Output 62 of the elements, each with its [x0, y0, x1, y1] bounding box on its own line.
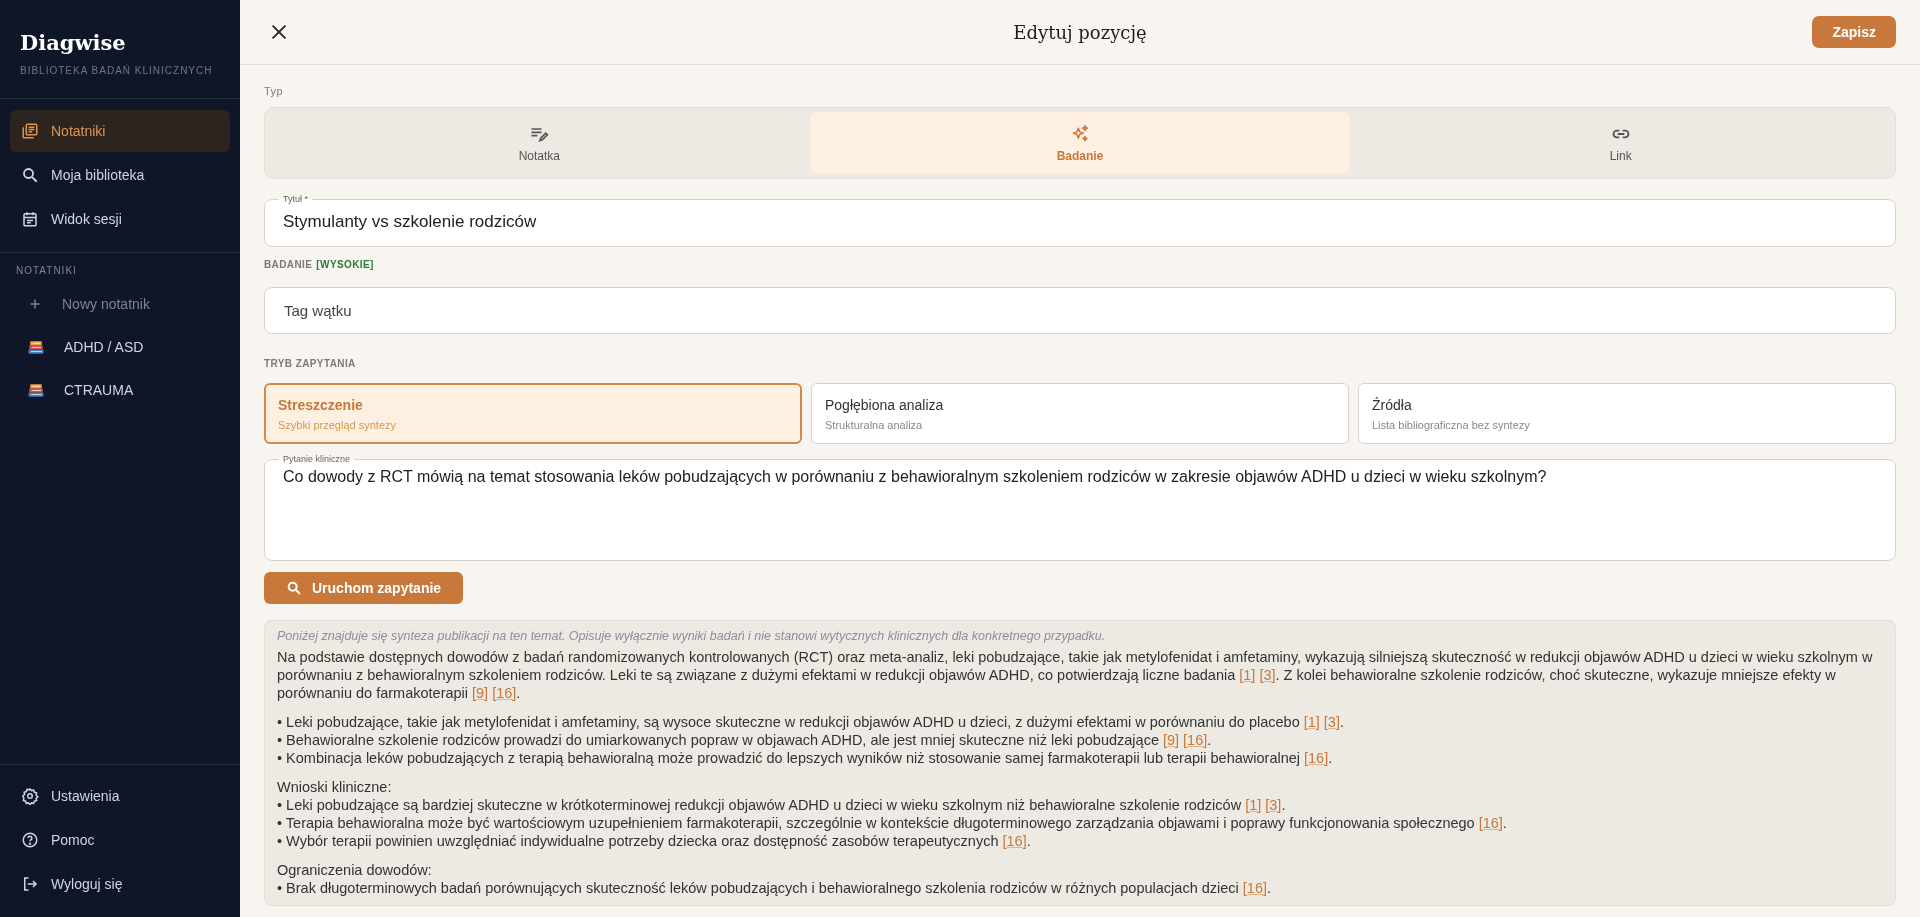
- footer-item[interactable]: Ustawienia: [10, 775, 230, 817]
- citation-link[interactable]: [1]: [1303, 714, 1320, 730]
- title-input[interactable]: Stymulanty vs szkolenie rodziców: [283, 204, 1877, 232]
- field-label: Pytanie kliniczne: [282, 454, 352, 464]
- mode-option[interactable]: Streszczenie Szybki przegląd syntezy: [264, 383, 802, 444]
- new-notebook-button[interactable]: Nowy notatnik: [0, 282, 240, 325]
- sparkles-icon: [1070, 123, 1090, 144]
- bullet-text: • Leki pobudzające, takie jak metylofenidat i amfetaminy, są wysoce skuteczne w redukcji objawów ADHD u dzieci, z dużymi efektami w porównaniu do placebo [1] [3].: [277, 713, 1345, 731]
- app-tagline: BIBLIOTEKA BADAŃ KLINICZNYCH: [20, 65, 214, 76]
- type-tab[interactable]: Notatka: [269, 112, 810, 174]
- citation-link[interactable]: [9]: [1162, 732, 1180, 748]
- mode-option[interactable]: Źródła Lista bibliograficzna bez syntezy: [1358, 383, 1896, 444]
- citation-link[interactable]: [3]: [1259, 667, 1276, 683]
- notebook-item[interactable]: CTRAUMA: [0, 368, 240, 411]
- summary-heading: Wnioski kliniczne:: [277, 778, 393, 796]
- citation-link[interactable]: [1]: [1245, 797, 1262, 813]
- mode-option[interactable]: Pogłębiona analiza Strukturalna analiza: [811, 383, 1349, 444]
- bullet-text: • Wybór terapii powinien uwzględniać indywidualne potrzeby dziecka oraz dostępność zasobów terapeutycznych [16].: [277, 832, 1032, 850]
- notebook-icon: [21, 122, 39, 140]
- citation-link[interactable]: [3]: [1323, 714, 1340, 730]
- nav-item[interactable]: Widok sesji: [10, 198, 230, 240]
- title-field[interactable]: Tytuł * Stymulanty vs szkolenie rodziców: [264, 194, 1896, 247]
- help-icon: [21, 831, 39, 849]
- section-label: NOTATNIKI: [15, 264, 78, 278]
- bullet-text: • Behawioralne szkolenie rodziców prowadzi do umiarkowanych popraw w objawach ADHD, ale jest mniej skuteczne niż leki pobudzające [9] [16].: [277, 731, 1213, 749]
- tag-field[interactable]: Tag wątku: [264, 287, 1896, 334]
- footer-item[interactable]: Pomoc: [10, 819, 230, 861]
- evidence-level: [WYSOKIE]: [316, 259, 374, 270]
- bullet-text: • Brak długoterminowych badań porównujących skuteczność leków pobudzających i behawioralnego szkolenia rodziców w różnych populacjach dzieci [16].: [277, 879, 1272, 897]
- nav-item[interactable]: Notatniki: [10, 110, 230, 152]
- bullet-text: • Kombinacja leków pobudzających z terapią behawioralną może prowadzić do lepszych wyników niż stosowanie samej farmakoterapii lub terapii behawioralnej [16].: [277, 749, 1334, 767]
- notebook-item[interactable]: ADHD / ASD: [0, 325, 240, 368]
- summary-paragraph: Na podstawie dostępnych dowodów z badań randomizowanych kontrolowanych (RCT) oraz meta-analiz, leki pobudzające, takie jak metylofenidat i amfetaminy, wykazują silniejszą skuteczność w redukcji objawów ADHD u dzieci w wieku szkolnym w porównaniu z behawioralnym szkoleniem rodziców. Leki te są związane z dużymi efektami w redukcji objawów ADHD, co potwierdzają liczne badania [1] [3]. Z kolei behawioralne szkolenie rodziców, choć skuteczne, wykazuje mniejsze efekty w porównaniu do farmakoterapii [9] [16].: [277, 648, 1874, 702]
- footer-item[interactable]: Wyloguj się: [10, 863, 230, 905]
- search-icon: [21, 166, 39, 184]
- citation-link[interactable]: [16]: [1242, 880, 1267, 896]
- save-button[interactable]: Zapisz: [1812, 16, 1896, 48]
- field-label: Typ: [264, 85, 284, 97]
- citation-link[interactable]: [9]: [472, 685, 489, 701]
- bullet-text: • Terapia behawioralna może być wartościowym uzupełnieniem farmakoterapii, szczególnie w kontekście długoterminowego zarządzania objawami i poprawy funkcjonowania społecznego [16].: [277, 814, 1508, 832]
- citation-link[interactable]: [1]: [1239, 667, 1256, 683]
- citation-link[interactable]: [3]: [1265, 797, 1282, 813]
- settings-icon: [21, 787, 39, 805]
- logout-icon: [21, 875, 39, 893]
- citation-link[interactable]: [16]: [1002, 833, 1027, 849]
- bullet-text: • Leki pobudzające są bardziej skuteczne w krótkoterminowej redukcji objawów ADHD u dzieci w wieku szkolnym niż behawioralne szkolenie rodziców [1] [3].: [277, 796, 1287, 814]
- calendar-icon: [21, 210, 39, 228]
- run-query-button[interactable]: Uruchom zapytanie: [264, 572, 464, 604]
- disclaimer-text: Poniżej znajduje się synteza publikacji na ten temat. Opisuje wyłącznie wyniki badań i nie stanowi wytycznych klinicznych dla konkretnego przypadku.: [277, 629, 1107, 643]
- type-tab[interactable]: Link: [1350, 112, 1891, 174]
- dialog-title: Edytuj pozycję: [1013, 21, 1147, 43]
- search-icon: [286, 580, 302, 596]
- app-logo: Diagwise: [20, 30, 127, 55]
- question-input[interactable]: Co dowody z RCT mówią na temat stosowania leków pobudzających w porównaniu z behawioralnym szkoleniem rodziców w zakresie objawów ADHD u dzieci w wieku szkolnym?: [283, 464, 1877, 548]
- section-label: TRYB ZAPYTANIA: [264, 358, 357, 369]
- summary-heading: Ograniczenia dowodów:: [277, 861, 433, 879]
- citation-link[interactable]: [16]: [1478, 815, 1503, 831]
- field-label: Tytuł *: [282, 194, 309, 204]
- section-label: BADANIE: [264, 259, 313, 270]
- type-tab[interactable]: Badanie: [809, 112, 1351, 174]
- nav-item[interactable]: Moja biblioteka: [10, 154, 230, 196]
- question-field[interactable]: Pytanie kliniczne Co dowody z RCT mówią na temat stosowania leków pobudzających w porównaniu z behawioralnym szkoleniem rodziców w zakresie objawów ADHD u dzieci w wieku szkolnym?: [264, 454, 1896, 561]
